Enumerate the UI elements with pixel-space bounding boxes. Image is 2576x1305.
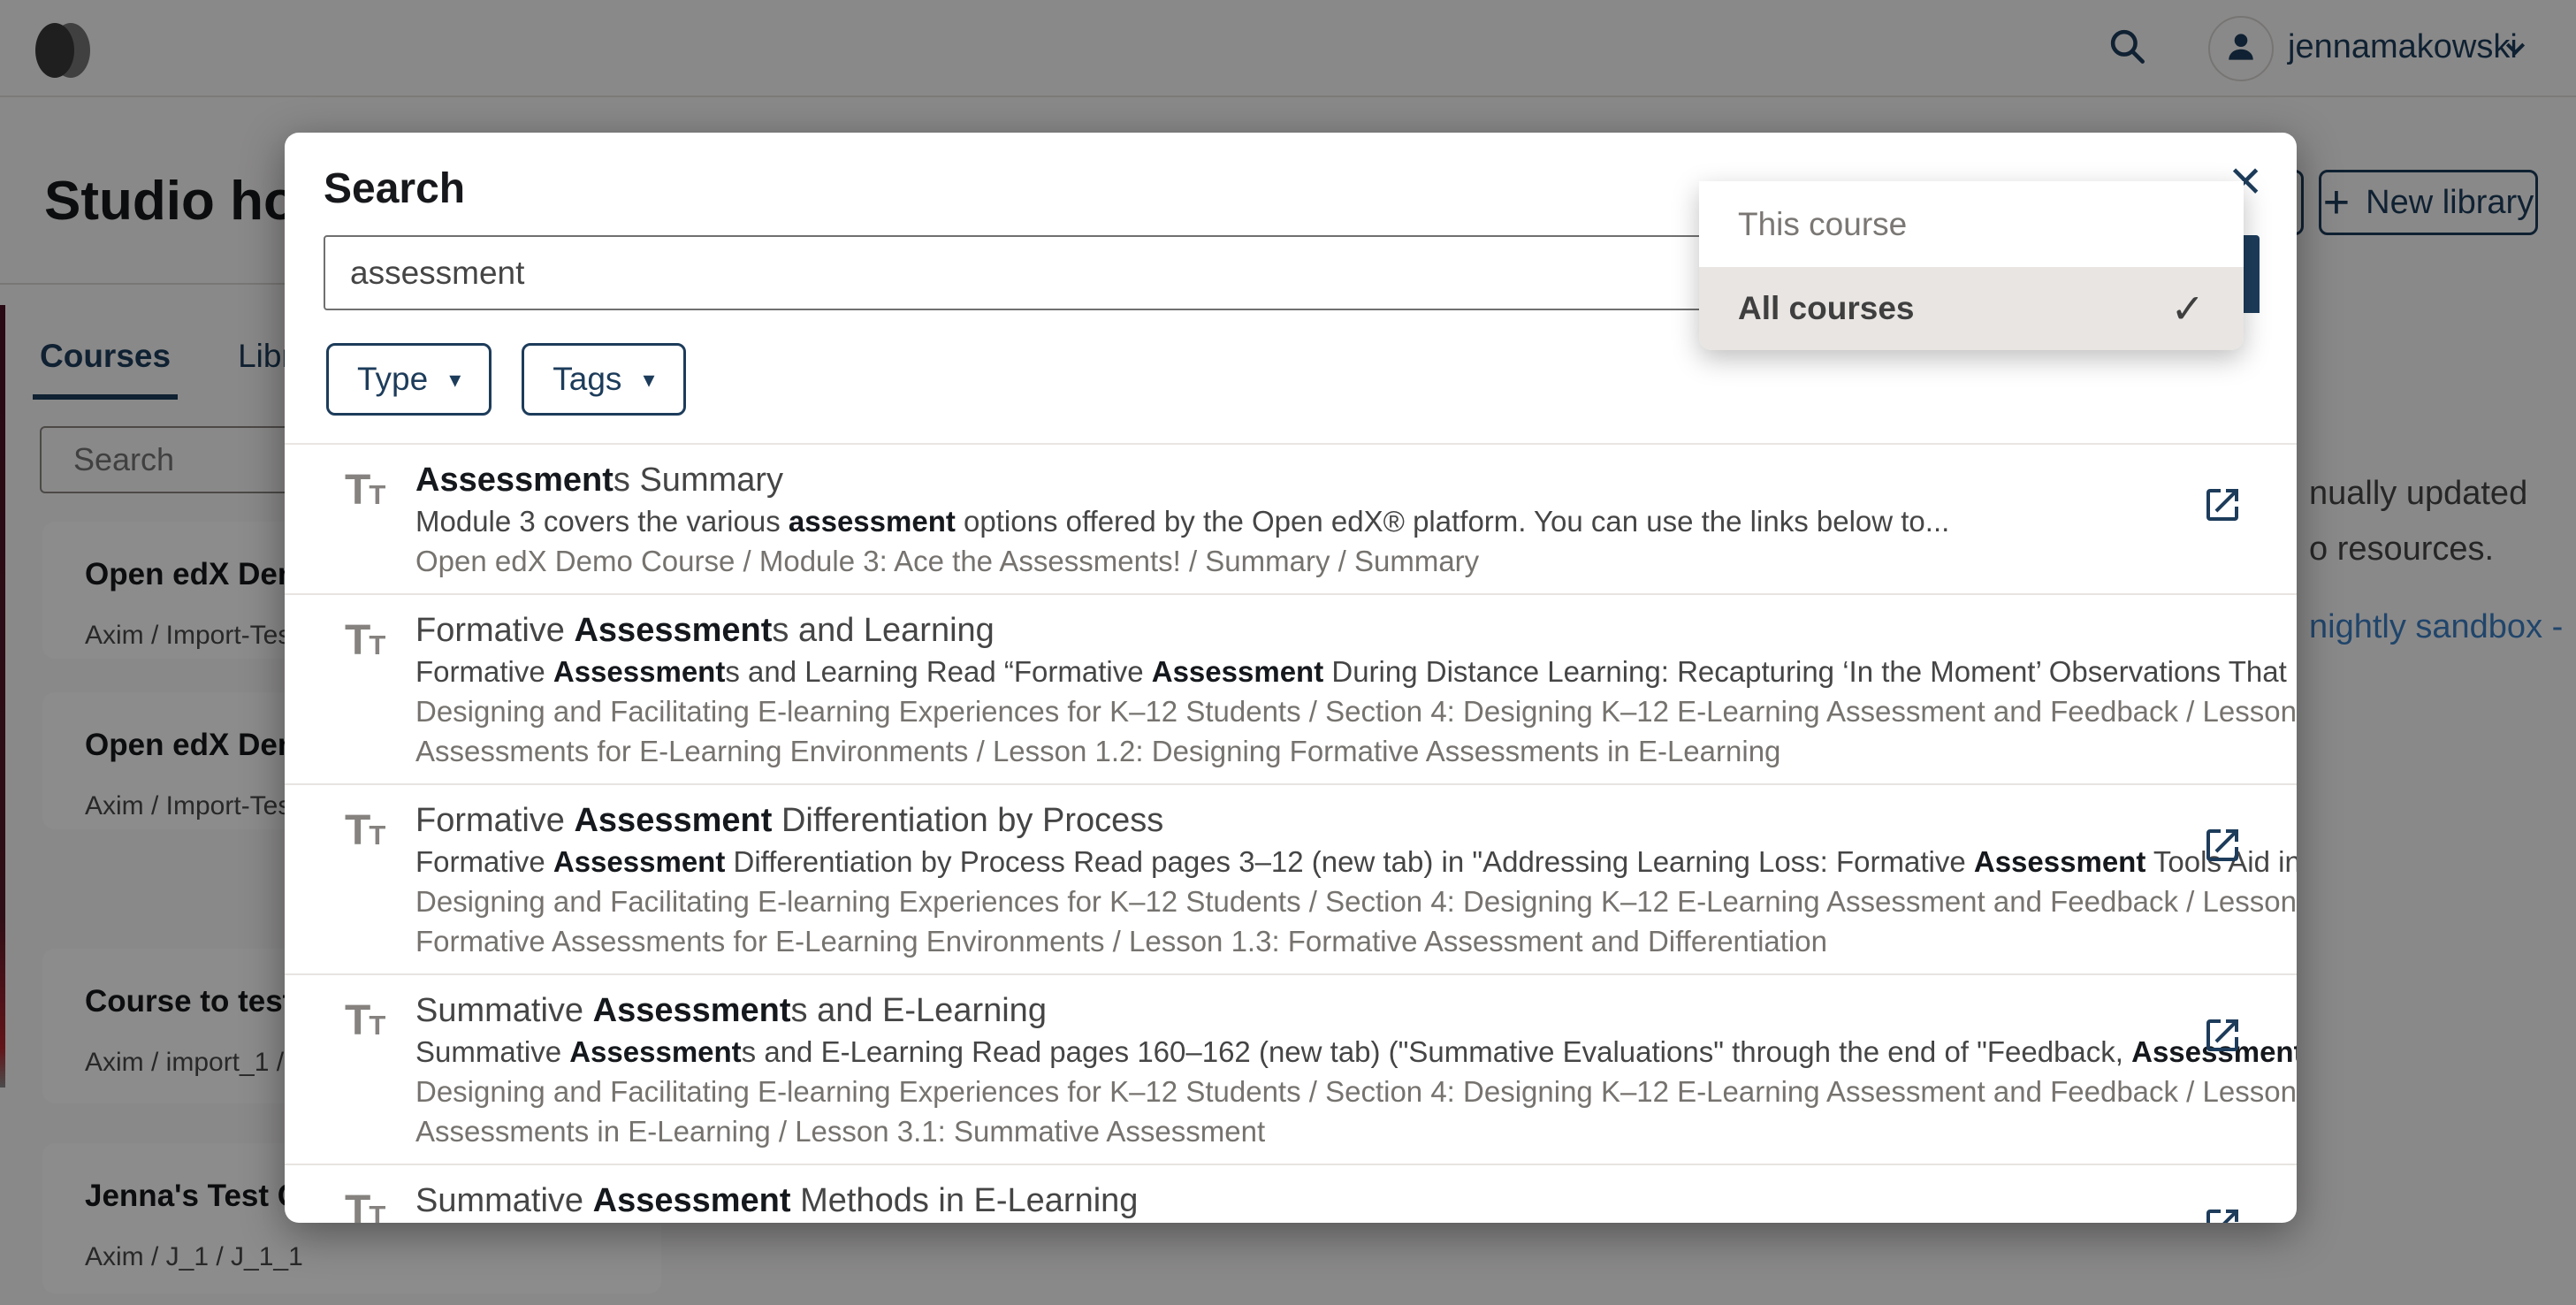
search-results-list: TT Assessments SummaryModule 3 covers the… xyxy=(285,445,2297,1223)
filter-type-label: Type xyxy=(357,361,428,398)
text-block-icon: TT xyxy=(345,616,384,665)
result-title: Formative Assessment Differentiation by … xyxy=(415,799,2217,842)
result-breadcrumb: Formative Assessments for E-Learning Env… xyxy=(415,921,2217,961)
caret-down-icon: ▾ xyxy=(449,366,461,393)
filter-tags-label: Tags xyxy=(553,361,621,398)
search-result-row[interactable]: TT Formative Assessments and LearningForm… xyxy=(285,595,2297,785)
external-link-icon[interactable] xyxy=(2201,1014,2244,1057)
result-title: Summative Assessments and E-Learning xyxy=(415,989,2217,1032)
external-link-icon[interactable] xyxy=(2201,1204,2244,1223)
result-description: Module 3 covers the various assessment o… xyxy=(415,501,2297,541)
scope-menu-item[interactable]: All courses ✓ xyxy=(1699,267,2244,350)
text-block-icon: TT xyxy=(345,466,384,515)
scope-menu-item-label: This course xyxy=(1738,206,1907,243)
result-breadcrumb: Designing and Facilitating E-learning Ex… xyxy=(415,1072,2217,1111)
result-breadcrumb: Assessments in E-Learning / Lesson 3.1: … xyxy=(415,1111,2217,1151)
result-title: Assessments Summary xyxy=(415,459,2217,501)
result-breadcrumb: Assessments for E-Learning Environments … xyxy=(415,731,2217,771)
text-block-icon: TT xyxy=(345,996,384,1045)
result-description: Formative Assessment Differentiation by … xyxy=(415,842,2297,881)
scope-menu-item-label: All courses xyxy=(1738,290,1914,327)
check-icon: ✓ xyxy=(2170,285,2205,332)
modal-title: Search xyxy=(324,164,465,213)
search-result-row[interactable]: TT Summative Assessments and E-LearningSu… xyxy=(285,975,2297,1165)
result-description: Summative Assessment Methods in E-Learni… xyxy=(415,1222,2297,1223)
result-breadcrumb: Designing and Facilitating E-learning Ex… xyxy=(415,881,2217,921)
text-block-icon: TT xyxy=(345,806,384,855)
search-result-row[interactable]: TT Formative Assessment Differentiation b… xyxy=(285,785,2297,975)
filter-bar: Type ▾ Tags ▾ xyxy=(326,343,686,416)
text-block-icon: TT xyxy=(345,1187,384,1223)
result-breadcrumb: Open edX Demo Course / Module 3: Ace the… xyxy=(415,541,2217,581)
scope-dropdown-menu: This course All courses ✓ xyxy=(1699,181,2244,350)
scope-menu-item[interactable]: This course xyxy=(1699,181,2244,267)
result-description: Summative Assessments and E-Learning Rea… xyxy=(415,1032,2297,1072)
result-title: Formative Assessments and Learning xyxy=(415,609,2217,652)
result-breadcrumb: Designing and Facilitating E-learning Ex… xyxy=(415,691,2217,731)
search-result-row[interactable]: TT Assessments SummaryModule 3 covers the… xyxy=(285,445,2297,595)
search-result-row[interactable]: TT Summative Assessment Methods in E-Lear… xyxy=(285,1165,2297,1223)
result-description: Formative Assessments and Learning Read … xyxy=(415,652,2297,691)
result-title: Summative Assessment Methods in E-Learni… xyxy=(415,1179,2217,1222)
external-link-icon[interactable] xyxy=(2201,484,2244,526)
filter-tags-button[interactable]: Tags ▾ xyxy=(522,343,685,416)
filter-type-button[interactable]: Type ▾ xyxy=(326,343,492,416)
caret-down-icon: ▾ xyxy=(643,366,654,393)
external-link-icon[interactable] xyxy=(2201,824,2244,866)
